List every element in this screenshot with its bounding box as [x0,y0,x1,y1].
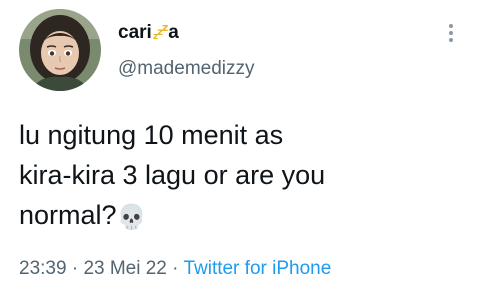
display-name[interactable]: cari zzz a [118,21,179,47]
vertical-dots-icon[interactable] [445,22,457,48]
tweet-time[interactable]: 23:39 [19,258,67,279]
dot [449,31,453,35]
skull-icon: 💀 [116,203,147,231]
tweet-date[interactable]: 23 Mei 22 [83,258,166,279]
tweet-meta: 23:39 · 23 Mei 22 · Twitter for iPhone [19,258,331,280]
tweet-body: lu ngitung 10 menit as kira-kira 3 lagu … [19,120,326,230]
zzz-letter: z [161,21,168,34]
meta-separator: · [71,258,79,279]
tweet-text: lu ngitung 10 menit as kira-kira 3 lagu … [19,115,469,237]
display-name-suffix: a [168,22,179,43]
meta-separator: · [172,258,179,279]
avatar[interactable] [19,9,101,91]
dot [449,24,453,28]
tweet-card: cari zzz a @mademedizzy lu ngitung 10 me… [0,0,480,300]
tweet-source-link[interactable]: Twitter for iPhone [183,258,331,279]
dot [449,38,453,42]
sleeping-zzz-icon: zzz [153,21,169,42]
display-name-prefix: cari [118,22,152,43]
user-handle[interactable]: @mademedizzy [118,58,255,80]
profile-avatar-icon [19,9,101,91]
